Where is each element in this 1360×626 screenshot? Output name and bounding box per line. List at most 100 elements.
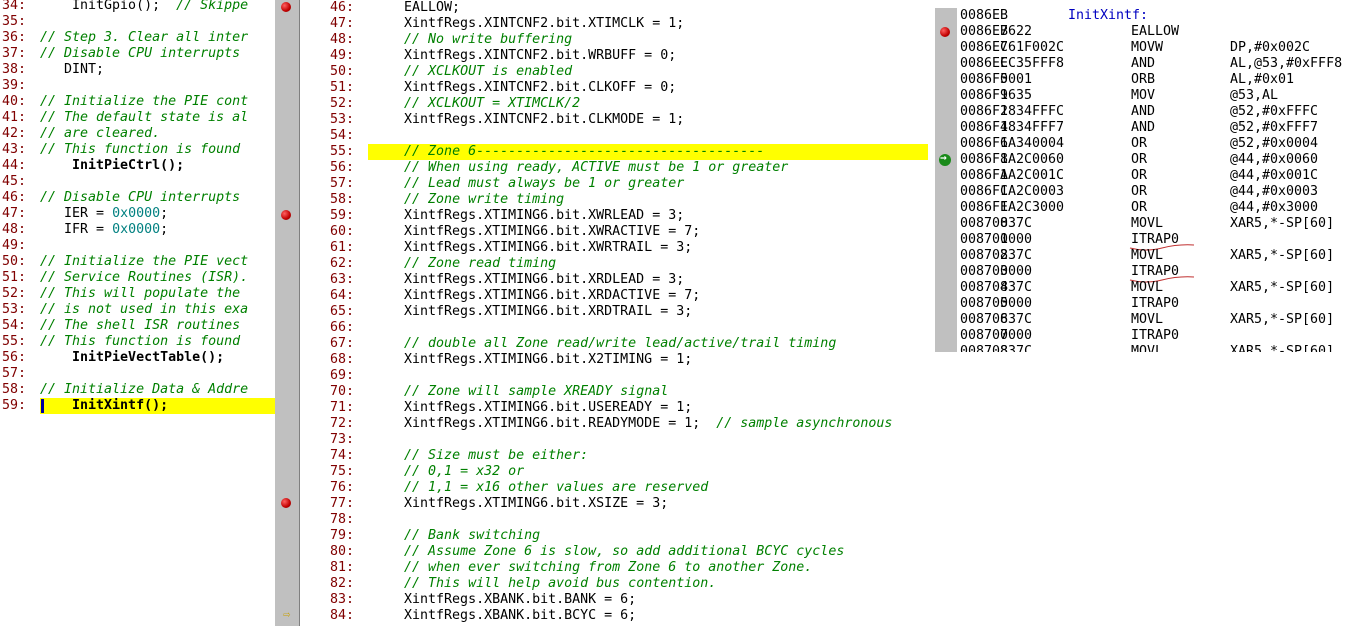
source-line[interactable]: 81: // when ever switching from Zone 6 t… <box>300 560 1360 576</box>
source-line[interactable]: 55: // This function is found <box>0 334 275 350</box>
line-number: 51: <box>330 80 355 95</box>
source-line[interactable]: 72: XintfRegs.XTIMING6.bit.READYMODE = 1… <box>300 416 1360 432</box>
code-comment: // This will help avoid bus contention. <box>404 576 717 591</box>
disassembly-row[interactable]: 008707 0000 ITRAP0 <box>960 328 1360 344</box>
line-number: 62: <box>330 256 355 271</box>
source-line[interactable]: 53: // is not used in this exa <box>0 302 275 318</box>
mnemonic: AND <box>1131 120 1156 135</box>
disassembly-label-row[interactable]: 0086EB InitXintf: <box>960 8 1148 24</box>
source-line[interactable]: 56: InitPieVectTable(); <box>0 350 275 366</box>
breakpoint-icon[interactable] <box>281 498 291 508</box>
code-comment: // Initialize Data & Addre <box>40 382 249 397</box>
source-line[interactable]: 77: XintfRegs.XTIMING6.bit.XSIZE = 3; <box>300 496 1360 512</box>
line-number: 43: <box>2 142 27 157</box>
source-line[interactable]: 46: // Disable CPU interrupts <box>0 190 275 206</box>
source-line[interactable]: 48: IFR = 0x0000; <box>0 222 275 238</box>
disassembly-row[interactable]: 0086F0 5001 ORB AL,#0x01 <box>960 72 1360 88</box>
line-number: 49: <box>2 238 27 253</box>
disassembly-row[interactable]: 008703 0000 ITRAP0 <box>960 264 1360 283</box>
source-line[interactable]: 58: // Initialize Data & Addre <box>0 382 275 398</box>
source-line[interactable]: 83: XintfRegs.XBANK.bit.BANK = 6; <box>300 592 1360 608</box>
source-line[interactable]: 45: <box>0 174 275 190</box>
disassembly-row[interactable]: 008708 837C MOVL XAR5,*-SP[60] <box>960 344 1360 352</box>
source-line[interactable]: 40: // Initialize the PIE cont <box>0 94 275 110</box>
disassembly-row[interactable]: 0086FE 1A2C3000 OR @44,#0x3000 <box>960 200 1360 216</box>
disassembly-row[interactable]: 008701 0000 ITRAP0 <box>960 232 1360 251</box>
source-line[interactable]: 43: // This function is found <box>0 142 275 158</box>
source-line[interactable]: 80: // Assume Zone 6 is slow, so add add… <box>300 544 1360 560</box>
disassembly-row[interactable]: 0086EC 761F002C MOVW DP,#0x002C <box>960 40 1360 56</box>
source-line[interactable]: 78: <box>300 512 1360 528</box>
source-line[interactable]: 82: // This will help avoid bus contenti… <box>300 576 1360 592</box>
source-line[interactable]: 52: // This will populate the <box>0 286 275 302</box>
left-source-pane[interactable]: 34: InitGpio(); // Skippe 35: 36:// Step 3… <box>0 0 275 626</box>
line-number: 42: <box>2 126 27 141</box>
source-line[interactable]: 38: DINT; <box>0 62 275 78</box>
line-number: 55: <box>2 334 27 349</box>
source-line[interactable]: 35: <box>0 14 275 30</box>
line-code: XintfRegs.XBANK.bit.BANK = 6; <box>372 592 636 608</box>
line-number: 48: <box>330 32 355 47</box>
function-call: InitPieCtrl(); <box>40 158 185 173</box>
breakpoint-gutter[interactable] <box>275 0 299 626</box>
source-line[interactable]: 71: XintfRegs.XTIMING6.bit.USEREADY = 1; <box>300 400 1360 416</box>
source-line[interactable]: 76: // 1,1 = x16 other values are reserv… <box>300 480 1360 496</box>
source-line[interactable]: 49: <box>0 238 275 254</box>
opcode: 837C <box>1000 280 1033 295</box>
line-number: 63: <box>330 272 355 287</box>
disassembly-row[interactable]: 008706 837C MOVL XAR5,*-SP[60] <box>960 312 1360 328</box>
disassembly-row[interactable]: 0086FC 1A2C0003 OR @44,#0x0003 <box>960 184 1360 200</box>
source-line[interactable]: 59: InitXintf(); <box>0 398 275 414</box>
disassembly-window[interactable]: 0086EB InitXintf: 0086EB 7622 EALLOW 0086EC 76… <box>935 8 1360 352</box>
disassembly-row[interactable]: 008704 837C MOVL XAR5,*-SP[60] <box>960 280 1360 296</box>
line-number: 82: <box>330 576 355 591</box>
disassembly-row[interactable]: 008700 837C MOVL XAR5,*-SP[60] <box>960 216 1360 232</box>
line-code: // Size must be either: <box>372 448 588 464</box>
disassembly-row[interactable]: 0086EB 7622 EALLOW <box>960 24 1360 40</box>
breakpoint-icon[interactable] <box>281 210 291 220</box>
breakpoint-icon[interactable] <box>281 2 291 12</box>
source-line[interactable]: 84: XintfRegs.XBANK.bit.BCYC = 6; <box>300 608 1360 624</box>
disassembly-row[interactable]: 008705 0000 ITRAP0 <box>960 296 1360 312</box>
source-line[interactable]: 79: // Bank switching <box>300 528 1360 544</box>
source-line[interactable]: 54: // The shell ISR routines <box>0 318 275 334</box>
disassembly-row[interactable]: 008702 837C MOVL XAR5,*-SP[60] <box>960 248 1360 264</box>
line-code: XintfRegs.XBANK.bit.BCYC = 6; <box>372 608 636 624</box>
code-text: XintfRegs.XTIMING6.bit.XWRACTIVE = 7; <box>372 224 701 239</box>
disassembly-row[interactable]: 0086EE CC35FFF8 AND AL,@53,#0xFFF8 <box>960 56 1360 72</box>
source-line[interactable]: 41: // The default state is al <box>0 110 275 126</box>
source-line[interactable]: 39: <box>0 78 275 94</box>
line-number: 50: <box>2 254 27 269</box>
disassembly-row[interactable]: 0086F6 1A340004 OR @52,#0x0004 <box>960 136 1360 152</box>
source-line[interactable]: 69: <box>300 368 1360 384</box>
source-line[interactable]: 34: InitGpio(); // Skippe <box>0 0 275 14</box>
source-line[interactable]: 50: // Initialize the PIE vect <box>0 254 275 270</box>
disassembly-gutter[interactable] <box>935 8 957 352</box>
source-line[interactable]: 68: XintfRegs.XTIMING6.bit.X2TIMING = 1; <box>300 352 1360 368</box>
opcode: 1A340004 <box>1000 136 1065 151</box>
source-line[interactable]: 37: // Disable CPU interrupts <box>0 46 275 62</box>
disassembly-row[interactable]: 0086F2 1834FFFC AND @52,#0xFFFC <box>960 104 1360 120</box>
disassembly-row[interactable]: 0086F1 9635 MOV @53,AL <box>960 88 1360 104</box>
current-instruction-icon <box>939 151 951 166</box>
code-text: XintfRegs.XTIMING6.bit.READYMODE = 1; <box>372 416 717 431</box>
source-line[interactable]: 47: IER = 0x0000; <box>0 206 275 222</box>
line-code: // Service Routines (ISR). <box>40 270 248 286</box>
source-line[interactable]: 44: InitPieCtrl(); <box>0 158 275 174</box>
line-number: 51: <box>2 270 27 285</box>
disassembly-row[interactable]: 0086FA 1A2C001C OR @44,#0x001C <box>960 168 1360 184</box>
disassembly-row[interactable]: 0086F8 1A2C0060 OR @44,#0x0060 <box>960 152 1360 168</box>
source-line[interactable]: 73: <box>300 432 1360 448</box>
source-line[interactable]: 36: // Step 3. Clear all inter <box>0 30 275 46</box>
source-line[interactable]: 42: // are cleared. <box>0 126 275 142</box>
disassembly-row[interactable]: 0086F4 1834FFF7 AND @52,#0xFFF7 <box>960 120 1360 136</box>
source-line[interactable]: 57: <box>0 366 275 382</box>
source-line[interactable]: 70: // Zone will sample XREADY signal <box>300 384 1360 400</box>
source-line[interactable]: 51: // Service Routines (ISR). <box>0 270 275 286</box>
code-comment: // when ever switching from Zone 6 to an… <box>404 560 813 575</box>
source-line[interactable]: 75: // 0,1 = x32 or <box>300 464 1360 480</box>
line-number: 39: <box>2 78 27 93</box>
source-line[interactable]: 74: // Size must be either: <box>300 448 1360 464</box>
breakpoint-icon[interactable] <box>940 27 950 37</box>
